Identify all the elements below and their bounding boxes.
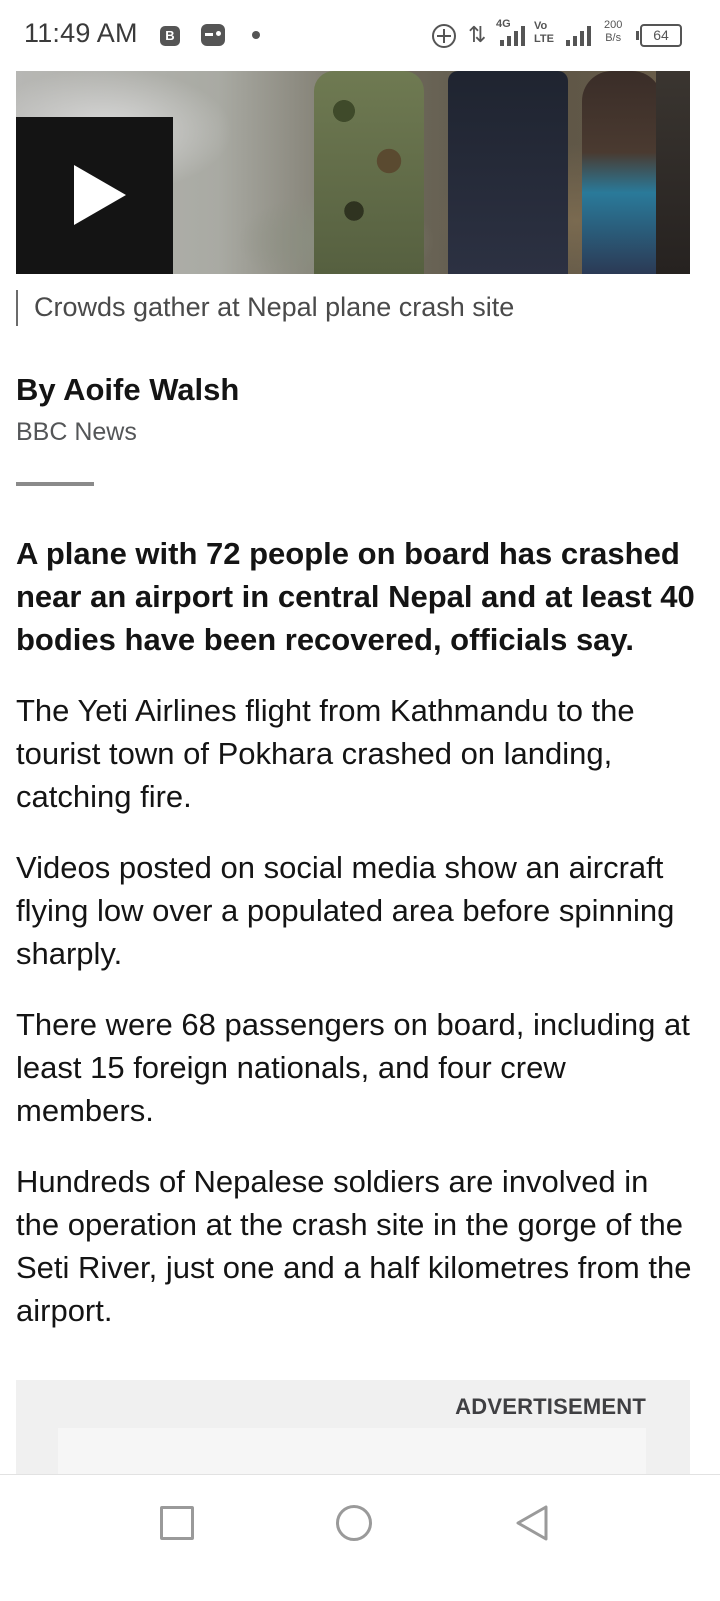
battery-icon: 64: [636, 24, 682, 47]
data-saver-icon: [432, 24, 456, 48]
byline-divider: [16, 482, 94, 486]
advertisement-slot[interactable]: [58, 1428, 646, 1480]
article-paragraph: There were 68 passengers on board, inclu…: [16, 1007, 690, 1128]
article-body: A plane with 72 people on board has cras…: [16, 532, 696, 1360]
play-button[interactable]: [16, 117, 173, 274]
author-byline: By Aoife Walsh: [16, 372, 240, 407]
recent-apps-icon[interactable]: [160, 1506, 194, 1540]
system-nav-bar: [0, 1474, 720, 1601]
back-icon[interactable]: [512, 1503, 552, 1543]
game-controller-icon: [201, 24, 225, 46]
bystander-edge-figure: [656, 71, 690, 274]
notification-dot-icon: [252, 31, 260, 39]
article-lead: A plane with 72 people on board has cras…: [16, 536, 695, 657]
volte-label: Vo LTE: [534, 20, 554, 45]
video-caption: Crowds gather at Nepal plane crash site: [16, 290, 514, 326]
article-paragraph: Hundreds of Nepalese soldiers are involv…: [16, 1164, 692, 1328]
bystander-figure: [582, 71, 662, 274]
status-bar: 11:49 AM B ⇅ 4G Vo LTE 200 B/s 64: [0, 0, 720, 72]
signal-2-icon: [566, 26, 591, 46]
b-badge-icon: B: [160, 26, 180, 46]
advertisement-label: ADVERTISEMENT: [455, 1394, 646, 1419]
officer-figure: [448, 71, 568, 274]
network-speed: 200 B/s: [604, 19, 622, 45]
network-speed-value: 200: [604, 19, 623, 31]
soldier-figure: [314, 71, 424, 274]
play-icon: [74, 165, 126, 225]
signal-1-icon: [500, 26, 525, 46]
article-paragraph: Videos posted on social media show an ai…: [16, 850, 675, 971]
advertisement-box: ADVERTISEMENT: [16, 1380, 690, 1480]
network-speed-unit: B/s: [605, 32, 622, 44]
status-time: 11:49 AM: [24, 18, 138, 48]
article-paragraph: The Yeti Airlines flight from Kathmandu …: [16, 693, 635, 814]
news-outlet: BBC News: [16, 418, 137, 446]
home-icon[interactable]: [336, 1505, 372, 1541]
data-transfer-icon: ⇅: [468, 22, 487, 47]
battery-level: 64: [653, 27, 669, 43]
